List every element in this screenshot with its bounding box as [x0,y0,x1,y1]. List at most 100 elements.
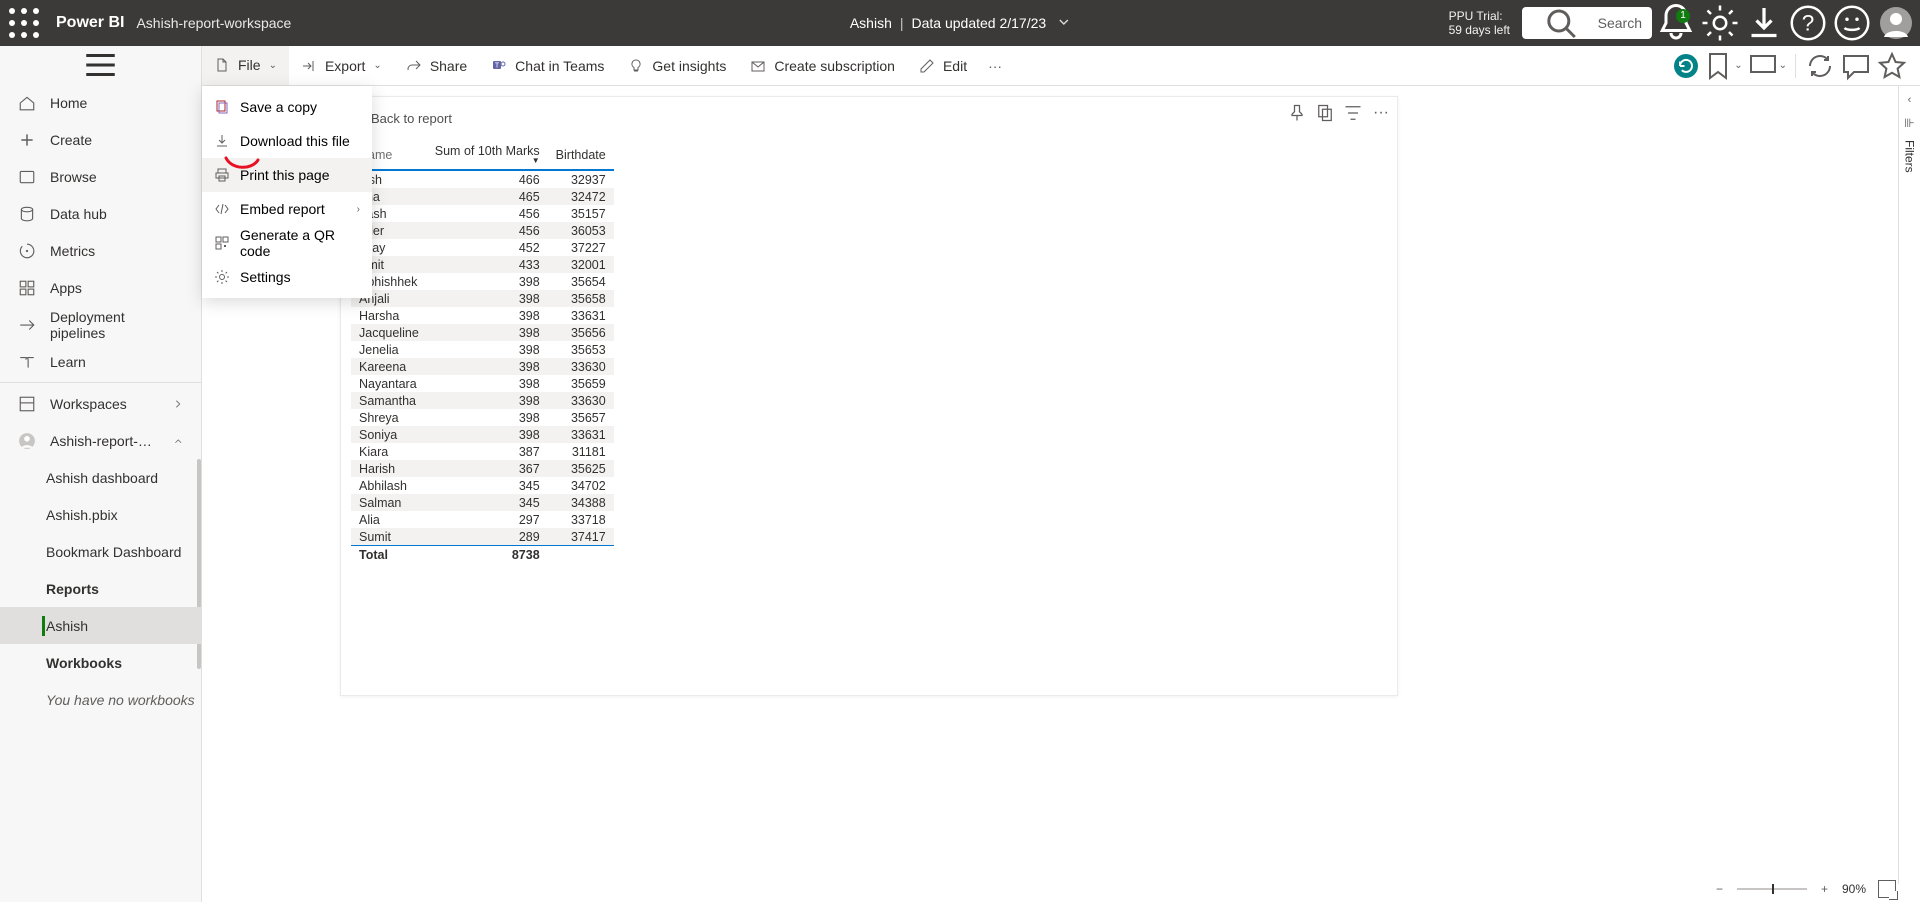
nav-create[interactable]: Create [0,121,201,158]
visual-more-button[interactable]: ··· [1371,103,1391,123]
zoom-slider[interactable] [1737,888,1807,890]
back-to-report[interactable]: Back to report [341,97,1397,140]
header-center[interactable]: Ashish | Data updated 2/17/23 [850,15,1070,31]
menu-download[interactable]: Download this file [202,124,372,158]
chevron-down-icon[interactable]: ⌄ [1779,60,1787,71]
menu-settings[interactable]: Settings [202,260,372,294]
table-row[interactable]: Amit43332001 [351,256,614,273]
ws-item-pbix[interactable]: Ashish.pbix [0,496,201,533]
toolbar-chat[interactable]: T Chat in Teams [479,46,616,86]
toolbar-insights[interactable]: Get insights [616,46,738,86]
ws-item-dashboard[interactable]: Ashish dashboard [0,459,201,496]
table-row[interactable]: Soniya39833631 [351,426,614,443]
zoom-in-button[interactable]: + [1819,882,1830,896]
ws-section-reports[interactable]: Reports [0,570,201,607]
menu-qr[interactable]: Generate a QR code [202,226,372,260]
refresh-button[interactable] [1804,50,1836,82]
ws-item-report[interactable]: Ashish [0,607,201,644]
chevron-down-icon[interactable] [1058,15,1070,31]
nav-browse[interactable]: Browse [0,158,201,195]
cell-name: Harish [351,460,427,477]
app-launcher-icon[interactable] [8,7,40,39]
notifications-button[interactable]: 1 [1656,3,1696,43]
nav-apps[interactable]: Apps [0,269,201,306]
table-row[interactable]: nder45636053 [351,222,614,239]
toolbar-insights-label: Get insights [652,58,726,74]
toolbar-export[interactable]: Export ⌄ [289,46,394,86]
table-row[interactable]: Abhilash34534702 [351,477,614,494]
report-visual[interactable]: ··· Back to report Name Sum of 10th Mark… [340,96,1398,696]
menu-print[interactable]: Print this page [202,158,372,192]
chevron-down-icon[interactable]: ⌄ [1734,60,1742,71]
cell-sum: 465 [427,188,548,205]
cell-sum: 387 [427,443,548,460]
favorite-button[interactable] [1876,50,1908,82]
nav-toggle[interactable] [0,46,201,84]
table-row[interactable]: Nayantara39835659 [351,375,614,392]
col-birthdate[interactable]: Birthdate [548,140,614,170]
cell-sum: 456 [427,222,548,239]
col-sum[interactable]: Sum of 10th Marks [427,140,548,170]
hamburger-icon [18,46,183,84]
toolbar-subscription[interactable]: Create subscription [738,46,907,86]
table-row[interactable]: Yash45635157 [351,205,614,222]
table-row[interactable]: Alia29733718 [351,511,614,528]
pin-button[interactable] [1287,103,1307,123]
table-row[interactable]: Harish36735625 [351,460,614,477]
nav-datahub[interactable]: Data hub [0,195,201,232]
fit-to-page-button[interactable] [1878,880,1896,898]
bookmark-button[interactable] [1702,50,1734,82]
toolbar-file[interactable]: File ⌄ [202,46,289,86]
zoom-thumb[interactable] [1772,884,1774,894]
toolbar-more[interactable]: ··· [979,46,1011,86]
save-copy-icon [214,99,230,115]
smiley-icon [1832,3,1872,43]
help-button[interactable]: ? [1788,3,1828,43]
table-row[interactable]: hish46632937 [351,170,614,188]
toolbar-edit[interactable]: Edit [907,46,979,86]
trial-status[interactable]: PPU Trial: 59 days left [1449,9,1510,37]
zoom-out-button[interactable]: − [1714,882,1725,896]
comment-button[interactable] [1840,50,1872,82]
workspace-label[interactable]: Ashish-report-workspace [136,15,291,31]
filter-button[interactable] [1343,103,1363,123]
global-search[interactable]: Search [1522,7,1652,39]
nav-workspace-current[interactable]: Ashish-report-work... [0,422,201,459]
table-row[interactable]: shay45237227 [351,239,614,256]
toolbar-share[interactable]: Share [394,46,479,86]
filters-pane-collapsed[interactable]: ‹ ⊪ Filters [1898,86,1920,884]
menu-save-copy[interactable]: Save a copy [202,90,372,124]
ws-section-workbooks[interactable]: Workbooks [0,644,201,681]
settings-button[interactable] [1700,3,1740,43]
table-row[interactable]: Kiara38731181 [351,443,614,460]
view-button[interactable] [1747,50,1779,82]
cell-birthdate: 35657 [548,409,614,426]
table-row[interactable]: Samantha39833630 [351,392,614,409]
nav-learn[interactable]: Learn [0,343,201,380]
table-row[interactable]: Jenelia39835653 [351,341,614,358]
cell-name: Shreya [351,409,427,426]
copy-button[interactable] [1315,103,1335,123]
menu-download-label: Download this file [240,133,350,149]
table-row[interactable]: Salman34534388 [351,494,614,511]
nav-home[interactable]: Home [0,84,201,121]
reset-button[interactable] [1674,54,1698,78]
feedback-button[interactable] [1832,3,1872,43]
table-row[interactable]: rina46532472 [351,188,614,205]
menu-embed[interactable]: Embed report › [202,192,372,226]
table-row[interactable]: Jacqueline39835656 [351,324,614,341]
download-button[interactable] [1744,3,1784,43]
ws-item-bookmark[interactable]: Bookmark Dashboard [0,533,201,570]
nav-workspaces[interactable]: Workspaces [0,385,201,422]
nav-pipelines[interactable]: Deployment pipelines [0,306,201,343]
table-row[interactable]: Kareena39833630 [351,358,614,375]
table-row[interactable]: Harsha39833631 [351,307,614,324]
table-row[interactable]: Shreya39835657 [351,409,614,426]
table-row[interactable]: Sumit28937417 [351,528,614,546]
avatar[interactable] [1880,7,1912,39]
table-row[interactable]: Anjali39835658 [351,290,614,307]
nav-metrics[interactable]: Metrics [0,232,201,269]
cell-name: Kiara [351,443,427,460]
copy-icon [1315,103,1335,123]
table-row[interactable]: Abhishhek39835654 [351,273,614,290]
